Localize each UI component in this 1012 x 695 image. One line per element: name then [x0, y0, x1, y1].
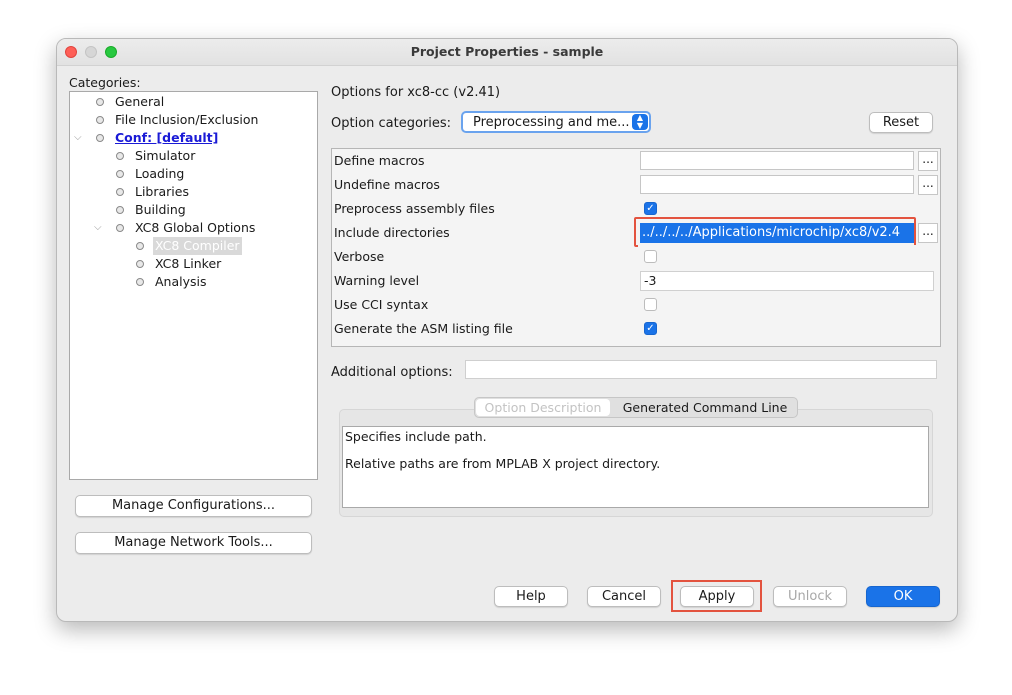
additional-options-input[interactable]	[465, 360, 937, 379]
manage-network-tools-button[interactable]: Manage Network Tools...	[75, 532, 312, 554]
categories-label: Categories:	[69, 75, 141, 90]
bullet-icon	[96, 134, 104, 142]
property-name: Undefine macros	[334, 177, 440, 192]
window-title: Project Properties - sample	[410, 44, 604, 59]
description-tab-bar: Option Description Generated Command Lin…	[474, 397, 798, 418]
tree-item-xc8-global-options[interactable]: ⌵ XC8 Global Options	[94, 219, 294, 237]
include-directories-field[interactable]: ../../../../Applications/microchip/xc8/v…	[640, 223, 914, 243]
undefine-macros-edit-button[interactable]: ...	[918, 175, 938, 195]
description-textarea[interactable]: Specifies include path. Relative paths a…	[342, 426, 929, 508]
preprocess-assembly-checkbox[interactable]: ✓	[644, 202, 657, 215]
property-name: Warning level	[334, 273, 420, 288]
tree-item-conf-default[interactable]: ⌵ Conf: [default]	[74, 129, 274, 147]
tab-generated-command-line[interactable]: Generated Command Line	[615, 399, 795, 416]
description-line-1: Specifies include path.	[345, 429, 487, 444]
chevron-updown-icon: ▲ ▼	[632, 114, 648, 130]
bullet-icon	[116, 152, 124, 160]
bullet-icon	[136, 260, 144, 268]
use-cci-syntax-checkbox[interactable]	[644, 298, 657, 311]
define-macros-field[interactable]	[640, 151, 914, 170]
title-bar[interactable]: Project Properties - sample	[57, 39, 957, 66]
generate-asm-listing-checkbox[interactable]: ✓	[644, 322, 657, 335]
ok-button[interactable]: OK	[866, 586, 940, 607]
bullet-icon	[116, 170, 124, 178]
table-row: Verbose	[332, 245, 940, 269]
table-row: Undefine macros ...	[332, 173, 940, 197]
option-categories-label: Option categories:	[331, 116, 452, 131]
chevron-down-icon[interactable]: ⌵	[94, 219, 102, 237]
bullet-icon	[136, 278, 144, 286]
reset-button[interactable]: Reset	[869, 112, 933, 133]
verbose-checkbox[interactable]	[644, 250, 657, 263]
unlock-button[interactable]: Unlock	[773, 586, 847, 607]
table-row: Include directories ../../../../Applicat…	[332, 217, 940, 247]
property-name: Preprocess assembly files	[334, 201, 495, 216]
additional-options-label: Additional options:	[331, 365, 453, 380]
manage-configurations-button[interactable]: Manage Configurations...	[75, 495, 312, 517]
options-property-table: Define macros ... Undefine macros ... Pr…	[331, 148, 941, 347]
categories-tree: General File Inclusion/Exclusion ⌵ Conf:…	[69, 91, 318, 480]
table-row: Define macros ...	[332, 149, 940, 173]
bullet-icon	[136, 242, 144, 250]
option-categories-select[interactable]: Preprocessing and me... ▲ ▼	[461, 111, 651, 133]
table-row: Use CCI syntax	[332, 293, 940, 317]
bullet-icon	[96, 116, 104, 124]
bullet-icon	[116, 224, 124, 232]
warning-level-field[interactable]: -3	[640, 271, 934, 291]
property-name: Define macros	[334, 153, 425, 168]
chevron-down-icon[interactable]: ⌵	[74, 129, 82, 147]
table-row: Warning level -3	[332, 269, 940, 293]
undefine-macros-field[interactable]	[640, 175, 914, 194]
table-row: Generate the ASM listing file ✓	[332, 317, 940, 341]
property-name: Use CCI syntax	[334, 297, 429, 312]
bullet-icon	[96, 98, 104, 106]
help-button[interactable]: Help	[494, 586, 568, 607]
define-macros-edit-button[interactable]: ...	[918, 151, 938, 171]
description-line-2: Relative paths are from MPLAB X project …	[345, 456, 661, 471]
property-name: Verbose	[334, 249, 385, 264]
project-properties-window: Project Properties - sample Categories: …	[56, 38, 958, 622]
property-name: Include directories	[334, 225, 450, 240]
options-header: Options for xc8-cc (v2.41)	[331, 85, 501, 100]
property-name: Generate the ASM listing file	[334, 321, 513, 336]
cancel-button[interactable]: Cancel	[587, 586, 661, 607]
tab-option-description[interactable]: Option Description	[476, 399, 610, 416]
include-directories-edit-button[interactable]: ...	[918, 223, 938, 243]
apply-button[interactable]: Apply	[680, 586, 754, 607]
bullet-icon	[116, 206, 124, 214]
bullet-icon	[116, 188, 124, 196]
